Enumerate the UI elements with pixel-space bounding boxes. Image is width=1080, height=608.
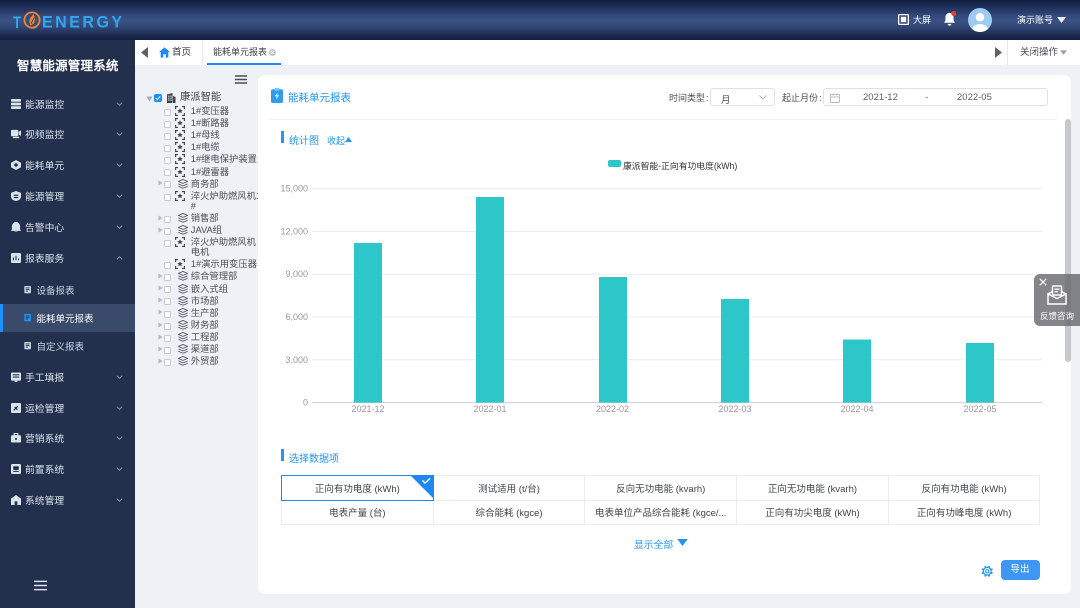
svg-text:12,000: 12,000 <box>280 227 308 237</box>
svg-text:2022-05: 2022-05 <box>963 404 996 414</box>
svg-text:0: 0 <box>303 398 308 408</box>
svg-text:2022-01: 2022-01 <box>473 404 506 414</box>
svg-text:2022-03: 2022-03 <box>718 404 751 414</box>
svg-text:3,000: 3,000 <box>285 355 308 365</box>
svg-text:2022-04: 2022-04 <box>840 404 873 414</box>
svg-text:2021-12: 2021-12 <box>351 404 384 414</box>
svg-text:9,000: 9,000 <box>285 269 308 279</box>
svg-text:15,000: 15,000 <box>280 184 308 194</box>
svg-text:6,000: 6,000 <box>285 312 308 322</box>
svg-text:2022-02: 2022-02 <box>596 404 629 414</box>
